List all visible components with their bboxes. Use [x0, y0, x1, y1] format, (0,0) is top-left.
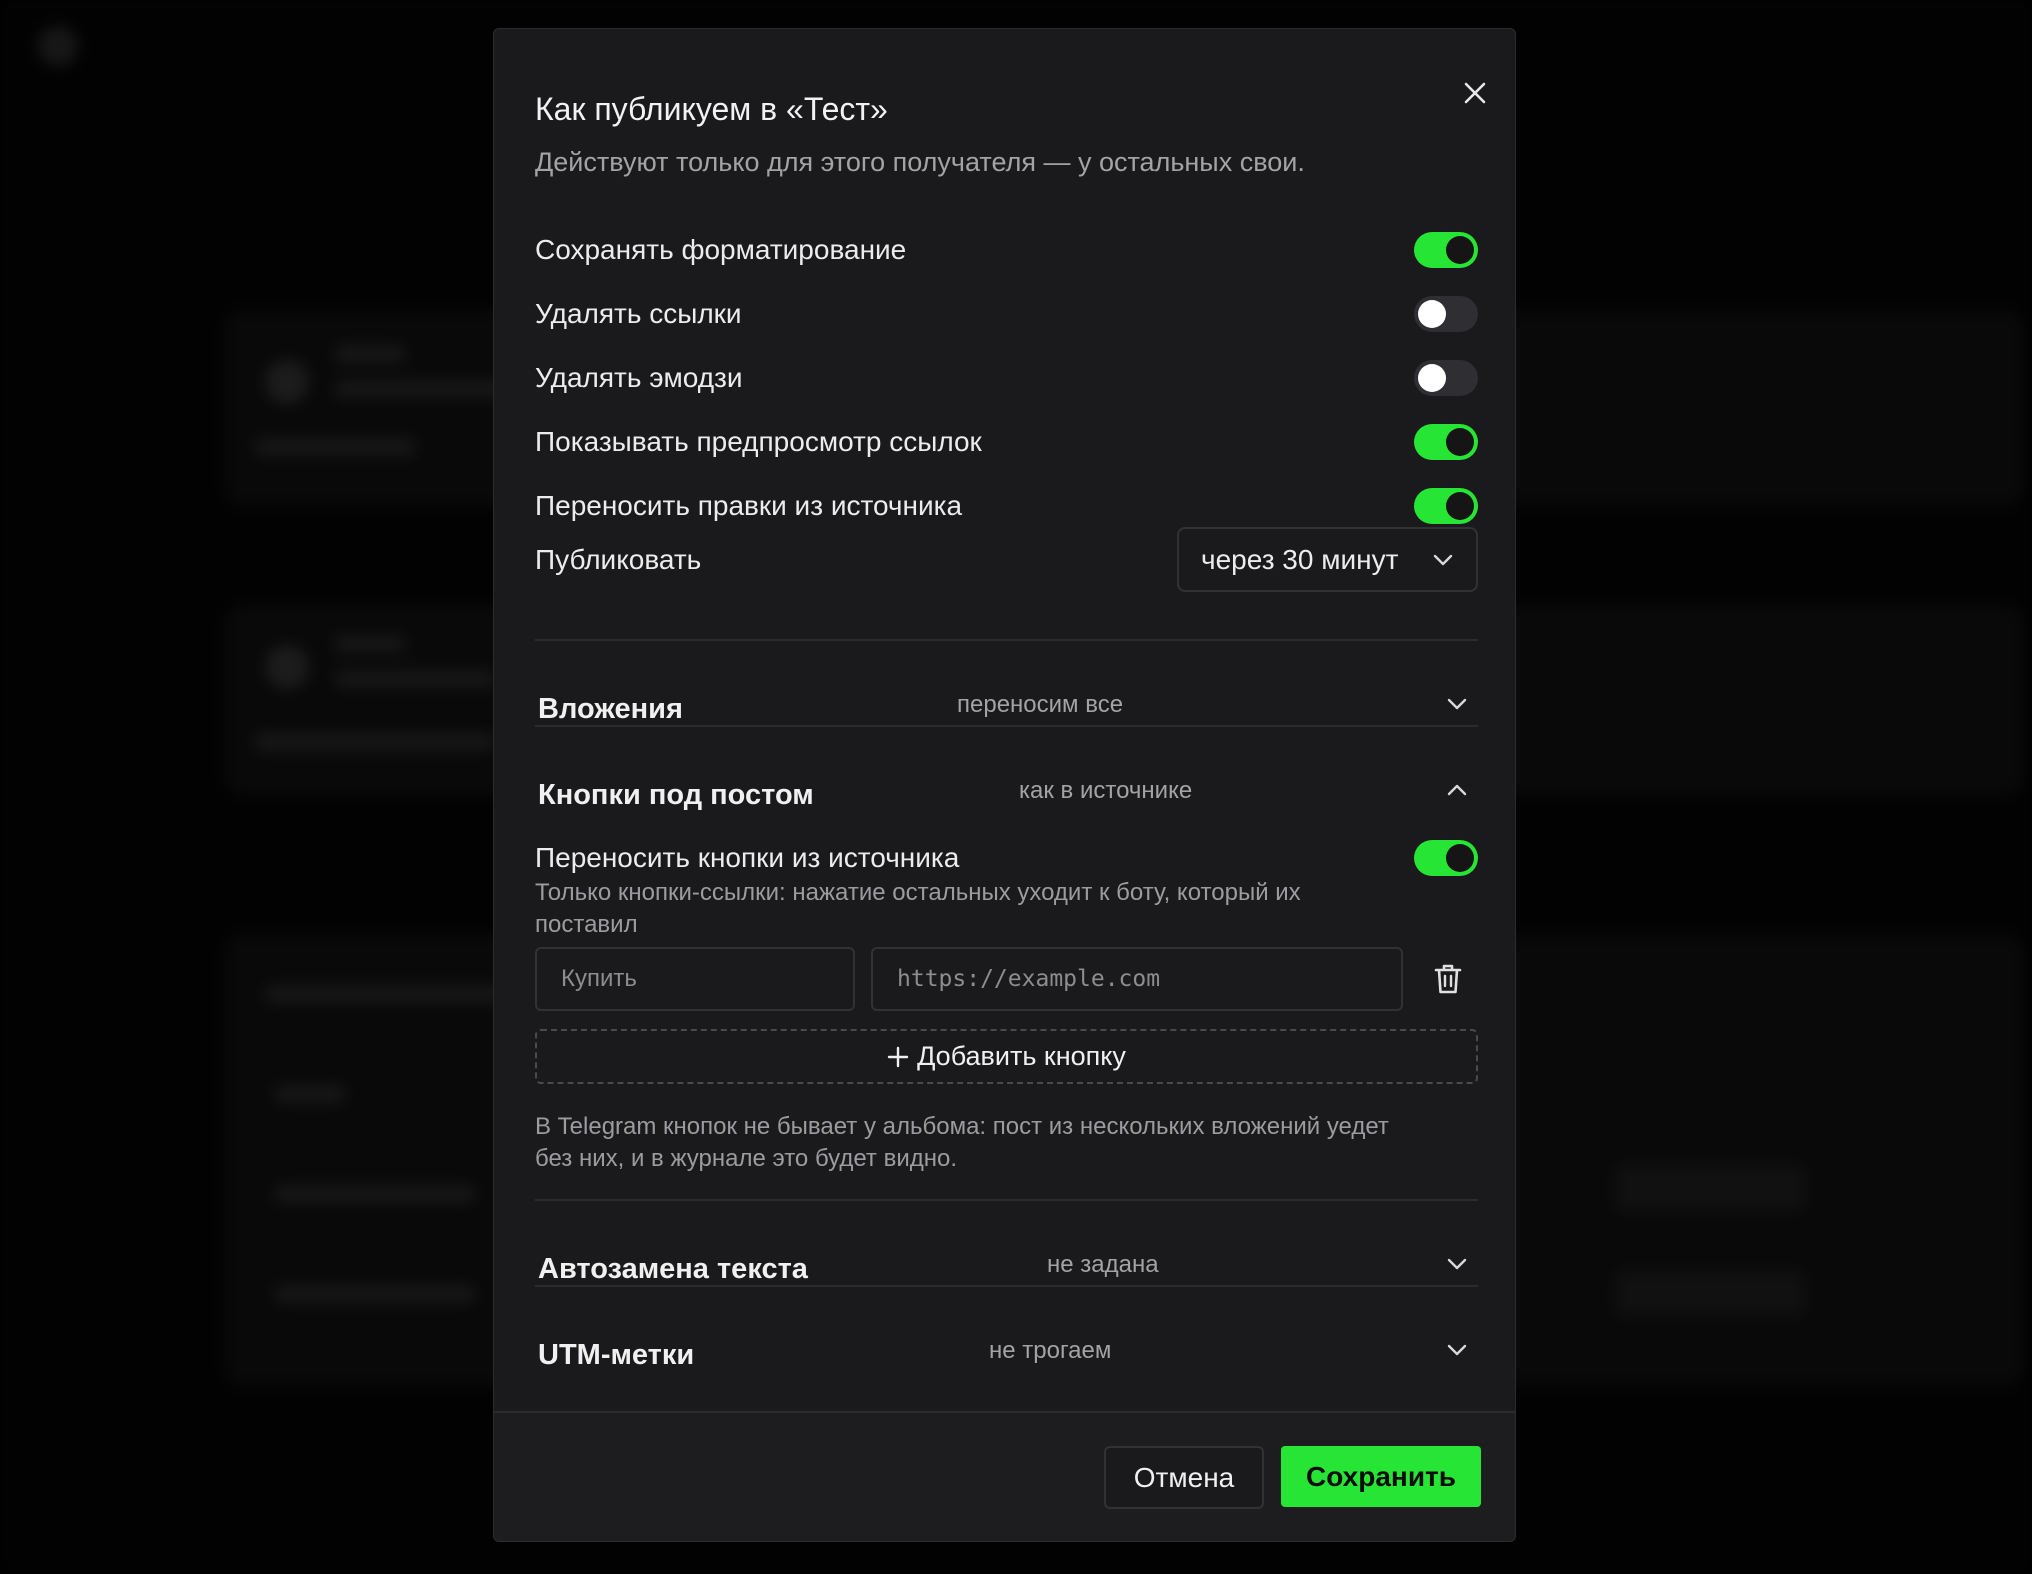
divider [535, 1285, 1478, 1287]
add-button-label: Добавить кнопку [917, 1041, 1126, 1071]
publish-delay-value: через 30 минут [1201, 543, 1399, 575]
note-line: В Telegram кнопок не бывает у альбома: п… [535, 1113, 1389, 1140]
divider [535, 1199, 1478, 1201]
toggle-row-remove-emoji: Удалять эмодзи [535, 355, 1478, 401]
chevron-down-icon [1433, 554, 1453, 565]
section-buttons[interactable]: Кнопки под постом как в источнике [535, 769, 1478, 827]
toggle-label: Удалять эмодзи [535, 362, 743, 393]
remove-emoji-toggle[interactable] [1414, 360, 1478, 396]
note-line: без них, и в журнале это будет видно. [535, 1145, 958, 1172]
copy-buttons-toggle[interactable] [1414, 840, 1478, 876]
toggle-row-keep-formatting: Сохранять форматирование [535, 227, 1478, 273]
keep-formatting-toggle[interactable] [1414, 232, 1478, 268]
toggle-row-link-preview: Показывать предпросмотр ссылок [535, 419, 1478, 465]
toggle-label: Показывать предпросмотр ссылок [535, 426, 982, 457]
publish-row: Публиковать [535, 537, 1035, 583]
publish-settings-dialog: Как публикуем в «Тест» Действуют только … [493, 28, 1516, 1542]
album-note: В Telegram кнопок не бывает у альбома: п… [535, 1111, 1389, 1175]
toggle-label: Сохранять форматирование [535, 234, 907, 265]
section-title: Кнопки под постом [538, 779, 814, 811]
button-url-input[interactable]: https://example.com [871, 947, 1403, 1011]
help-line: поставил [535, 911, 638, 938]
plus-icon [887, 1046, 909, 1067]
link-preview-toggle[interactable] [1414, 424, 1478, 460]
section-autoreplace[interactable]: Автозамена текста не задана [535, 1243, 1478, 1301]
delete-button[interactable] [1431, 962, 1465, 996]
toggle-row-copy-buttons: Переносить кнопки из источника [535, 835, 1478, 881]
section-value: как в источнике [1019, 777, 1193, 804]
section-title: Вложения [538, 693, 683, 725]
chevron-down-icon [1442, 1249, 1472, 1279]
section-value: не задана [1047, 1251, 1159, 1278]
trash-icon [1434, 964, 1462, 994]
sync-edits-toggle[interactable] [1414, 488, 1478, 524]
toggle-row-remove-links: Удалять ссылки [535, 291, 1478, 337]
section-title: Автозамена текста [538, 1253, 808, 1285]
divider [535, 639, 1478, 641]
toggle-label: Переносить кнопки из источника [535, 842, 960, 873]
publish-delay-select[interactable]: через 30 минут [1177, 527, 1478, 592]
toggle-label: Удалять ссылки [535, 298, 742, 329]
publish-label: Публиковать [535, 544, 702, 575]
background-logo [38, 26, 78, 66]
chevron-down-icon [1442, 1335, 1472, 1365]
add-button-button[interactable]: Добавить кнопку [535, 1029, 1478, 1084]
section-value: переносим все [957, 691, 1124, 718]
toggle-row-sync-edits: Переносить правки из источника [535, 483, 1478, 529]
section-value: не трогаем [989, 1337, 1112, 1364]
section-utm[interactable]: UTM-метки не трогаем [535, 1329, 1478, 1387]
section-attachments[interactable]: Вложения переносим все [535, 683, 1478, 741]
cancel-button[interactable]: Отмена [1104, 1446, 1264, 1509]
chevron-down-icon [1442, 689, 1472, 719]
toggle-label: Переносить правки из источника [535, 490, 963, 521]
help-line: Только кнопки-ссылки: нажатие остальных … [535, 879, 1301, 906]
copy-buttons-help: Только кнопки-ссылки: нажатие остальных … [535, 877, 1301, 941]
divider [535, 725, 1478, 727]
close-button[interactable] [1455, 73, 1495, 113]
dialog-title: Как публикуем в «Тест» [535, 91, 888, 127]
dialog-subtitle: Действуют только для этого получателя — … [535, 147, 1305, 177]
close-icon [1464, 82, 1486, 104]
chevron-up-icon [1442, 775, 1472, 805]
remove-links-toggle[interactable] [1414, 296, 1478, 332]
section-title: UTM-метки [538, 1339, 695, 1371]
button-name-input[interactable]: Купить [535, 947, 855, 1011]
save-button[interactable]: Сохранить [1281, 1446, 1481, 1507]
